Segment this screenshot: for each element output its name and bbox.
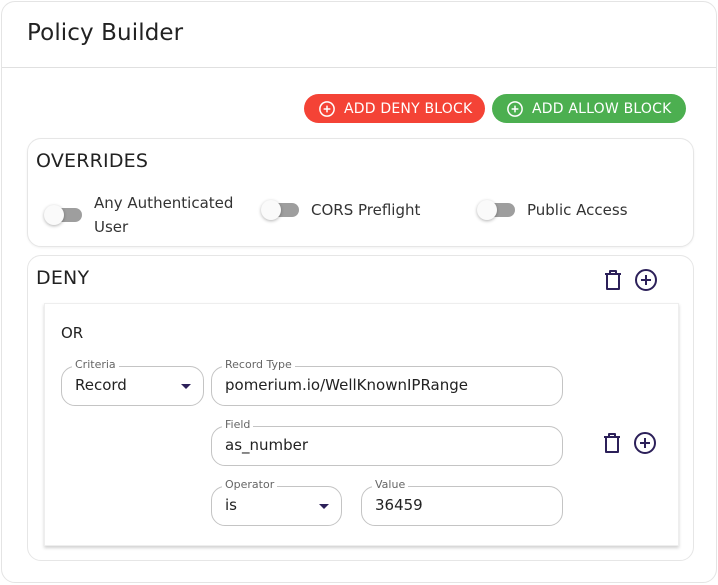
card-header: Policy Builder [2, 2, 716, 68]
value-value: 36459 [375, 496, 423, 514]
label-line-1: Any Authenticated [94, 194, 234, 212]
switch-thumb [261, 200, 281, 220]
field-value: as_number [225, 436, 309, 454]
policy-builder-card: Policy Builder ADD DENY BLOCK ADD ALLOW … [1, 1, 717, 583]
or-label: OR [61, 324, 84, 342]
overrides-title: OVERRIDES [36, 150, 149, 172]
chevron-down-icon [319, 504, 329, 509]
criteria-label: Criteria [72, 358, 119, 372]
operator-select[interactable]: Operator is [211, 478, 342, 526]
toggle-any-authenticated-user: Any Authenticated User [44, 191, 233, 239]
record-type-value: pomerium.io/WellKnownIPRange [225, 376, 468, 394]
operator-value: is [225, 496, 237, 514]
deny-title: DENY [36, 267, 90, 289]
switch-thumb [477, 200, 497, 220]
trash-icon [605, 270, 621, 290]
field-label: Field [222, 418, 254, 432]
operator-label: Operator [222, 478, 278, 492]
toggle-public-access: Public Access [477, 198, 628, 222]
toggle-cors-preflight: CORS Preflight [261, 198, 420, 222]
plus-circle-icon [506, 100, 524, 118]
delete-criterion-button[interactable] [599, 430, 625, 456]
field-input[interactable]: Field as_number [211, 418, 563, 466]
criteria-select[interactable]: Criteria Record [61, 358, 204, 406]
add-criterion-button[interactable] [632, 430, 658, 456]
chevron-down-icon [181, 384, 191, 389]
add-deny-block-label: ADD DENY BLOCK [344, 100, 473, 117]
add-allow-block-label: ADD ALLOW BLOCK [532, 100, 672, 117]
label-line-2: User [94, 218, 129, 236]
add-deny-block-button[interactable]: ADD DENY BLOCK [304, 94, 485, 123]
value-label: Value [372, 478, 409, 492]
public-access-label: Public Access [527, 201, 628, 219]
cors-preflight-switch[interactable] [261, 200, 301, 220]
any-authenticated-user-label: Any Authenticated User [94, 191, 233, 239]
record-type-label: Record Type [222, 358, 295, 372]
plus-circle-icon [318, 100, 336, 118]
criteria-value: Record [75, 376, 127, 394]
overrides-section: OVERRIDES Any Authenticated User CORS Pr… [27, 138, 694, 247]
delete-deny-block-button[interactable] [600, 267, 626, 293]
add-or-group-button[interactable] [633, 267, 659, 293]
deny-block: DENY OR Criteria Record Record Type pome… [27, 255, 694, 561]
value-input[interactable]: Value 36459 [361, 478, 563, 526]
trash-icon [604, 433, 620, 453]
public-access-switch[interactable] [477, 200, 517, 220]
cors-preflight-label: CORS Preflight [311, 201, 421, 219]
page-title: Policy Builder [27, 20, 184, 46]
record-type-input[interactable]: Record Type pomerium.io/WellKnownIPRange [211, 358, 563, 406]
or-group: OR Criteria Record Record Type pomerium.… [44, 303, 679, 546]
add-allow-block-button[interactable]: ADD ALLOW BLOCK [492, 94, 686, 123]
switch-thumb [44, 205, 64, 225]
plus-circle-icon [635, 269, 657, 291]
plus-circle-icon [634, 432, 656, 454]
any-authenticated-user-switch[interactable] [44, 205, 84, 225]
